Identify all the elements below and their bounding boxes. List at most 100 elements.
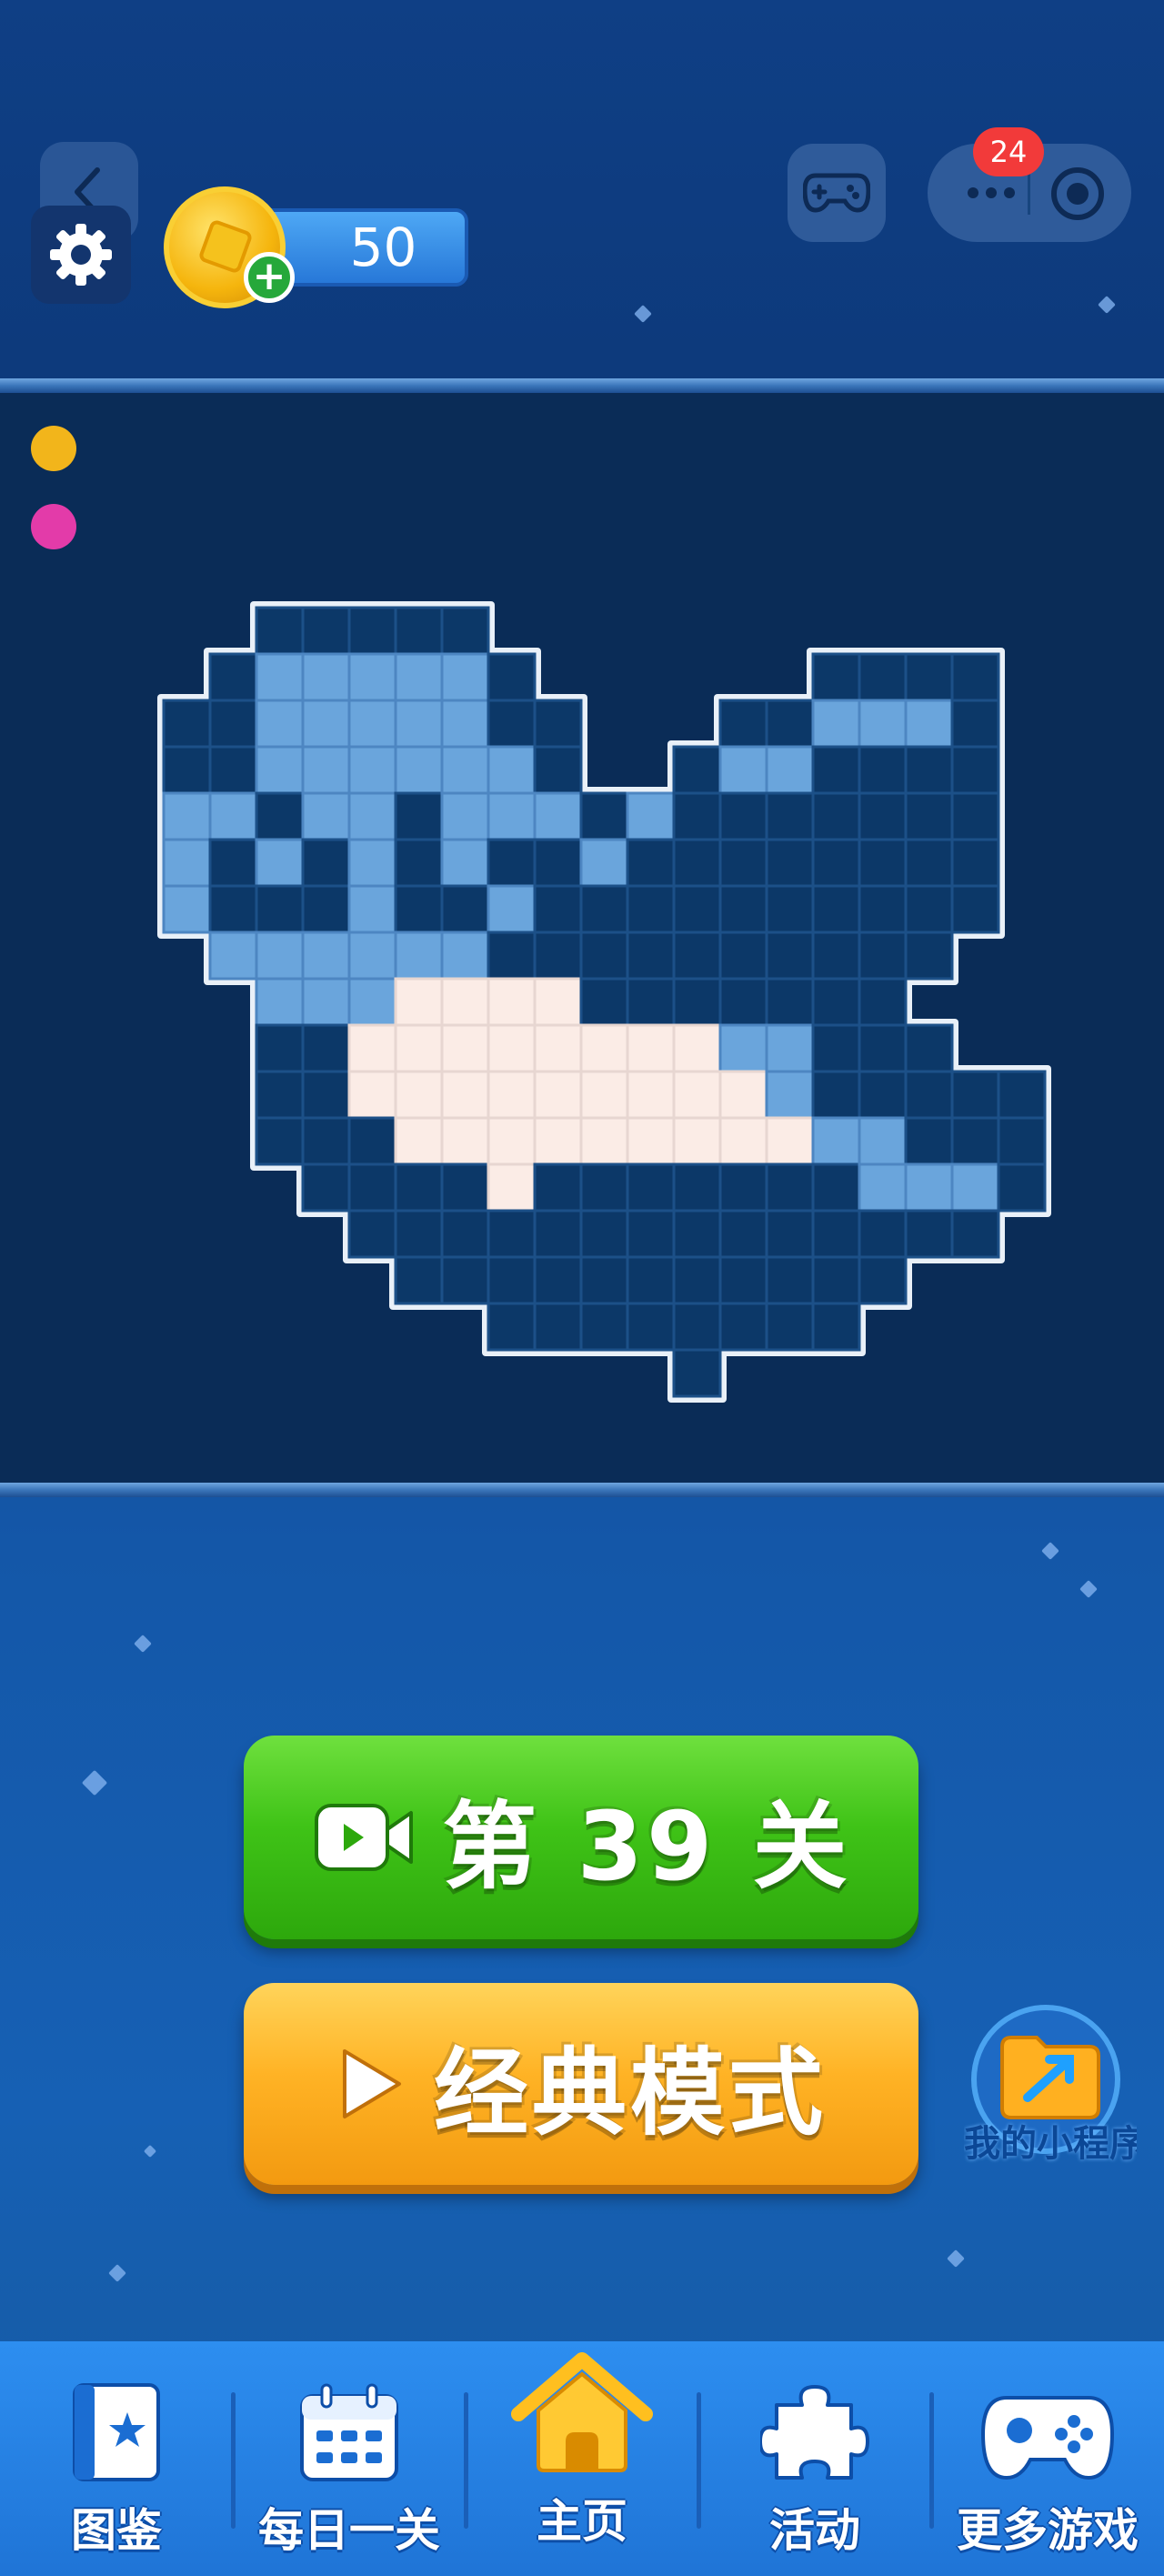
grid-cell-empty[interactable] xyxy=(533,699,583,749)
grid-cell-empty[interactable] xyxy=(301,1162,351,1213)
grid-cell-empty[interactable] xyxy=(765,791,815,841)
grid-cell-empty[interactable] xyxy=(208,652,258,702)
grid-cell-empty[interactable] xyxy=(718,699,768,749)
grid-cell-empty[interactable] xyxy=(394,1162,444,1213)
grid-cell-blue[interactable] xyxy=(950,1162,1000,1213)
grid-cell-white[interactable] xyxy=(394,1023,444,1073)
grid-cell-empty[interactable] xyxy=(579,1162,629,1213)
grid-cell-empty[interactable] xyxy=(672,745,722,795)
grid-cell-empty[interactable] xyxy=(394,1255,444,1305)
grid-cell-empty[interactable] xyxy=(950,699,1000,749)
grid-cell-blue[interactable] xyxy=(394,652,444,702)
grid-cell-empty[interactable] xyxy=(440,1209,490,1259)
grid-cell-empty[interactable] xyxy=(255,1023,305,1073)
grid-cell-empty[interactable] xyxy=(394,838,444,888)
grid-cell-blue[interactable] xyxy=(811,1116,861,1166)
grid-cell-empty[interactable] xyxy=(718,838,768,888)
grid-cell-blue[interactable] xyxy=(394,931,444,981)
grid-cell-empty[interactable] xyxy=(394,884,444,934)
grid-cell-white[interactable] xyxy=(440,1023,490,1073)
grid-cell-white[interactable] xyxy=(579,1070,629,1120)
grid-cell-empty[interactable] xyxy=(765,1162,815,1213)
grid-cell-blue[interactable] xyxy=(301,977,351,1027)
grid-cell-empty[interactable] xyxy=(858,931,908,981)
grid-cell-empty[interactable] xyxy=(811,1255,861,1305)
grid-cell-blue[interactable] xyxy=(487,745,537,795)
grid-cell-blue[interactable] xyxy=(162,838,212,888)
grid-cell-empty[interactable] xyxy=(301,1070,351,1120)
grid-cell-white[interactable] xyxy=(440,977,490,1027)
grid-cell-blue[interactable] xyxy=(347,884,397,934)
grid-cell-white[interactable] xyxy=(579,1023,629,1073)
grid-cell-blue[interactable] xyxy=(440,931,490,981)
grid-cell-empty[interactable] xyxy=(811,931,861,981)
grid-cell-blue[interactable] xyxy=(255,652,305,702)
grid-cell-white[interactable] xyxy=(672,1070,722,1120)
grid-cell-blue[interactable] xyxy=(394,699,444,749)
puzzle-board[interactable] xyxy=(0,393,1164,1484)
grid-cell-empty[interactable] xyxy=(533,884,583,934)
grid-cell-empty[interactable] xyxy=(487,931,537,981)
grid-cell-empty[interactable] xyxy=(997,1162,1047,1213)
grid-cell-blue[interactable] xyxy=(255,977,305,1027)
nav-item-home[interactable]: 主页 xyxy=(466,2341,698,2576)
grid-cell-empty[interactable] xyxy=(672,838,722,888)
grid-cell-blue[interactable] xyxy=(347,791,397,841)
nav-item-more-games[interactable]: 更多游戏 xyxy=(931,2341,1164,2576)
grid-cell-empty[interactable] xyxy=(255,884,305,934)
grid-cell-empty[interactable] xyxy=(811,652,861,702)
grid-cell-empty[interactable] xyxy=(811,1209,861,1259)
grid-cell-empty[interactable] xyxy=(858,977,908,1027)
grid-cell-empty[interactable] xyxy=(672,1255,722,1305)
grid-cell-empty[interactable] xyxy=(255,1070,305,1120)
grid-cell-blue[interactable] xyxy=(255,699,305,749)
grid-cell-empty[interactable] xyxy=(904,1209,954,1259)
grid-cell-empty[interactable] xyxy=(718,931,768,981)
grid-cell-empty[interactable] xyxy=(811,884,861,934)
grid-cell-empty[interactable] xyxy=(718,884,768,934)
grid-cell-blue[interactable] xyxy=(347,745,397,795)
grid-cell-blue[interactable] xyxy=(347,652,397,702)
grid-cell-empty[interactable] xyxy=(626,1162,676,1213)
grid-cell-blue[interactable] xyxy=(301,745,351,795)
grid-cell-empty[interactable] xyxy=(765,699,815,749)
grid-cell-white[interactable] xyxy=(533,977,583,1027)
grid-cell-blue[interactable] xyxy=(347,699,397,749)
grid-cell-white[interactable] xyxy=(672,1116,722,1166)
grid-cell-empty[interactable] xyxy=(904,1116,954,1166)
grid-cell-empty[interactable] xyxy=(255,606,305,656)
grid-cell-blue[interactable] xyxy=(858,699,908,749)
grid-cell-empty[interactable] xyxy=(208,884,258,934)
grid-cell-blue[interactable] xyxy=(440,652,490,702)
grid-cell-empty[interactable] xyxy=(904,838,954,888)
grid-cell-white[interactable] xyxy=(487,1116,537,1166)
grid-cell-empty[interactable] xyxy=(858,1209,908,1259)
grid-cell-empty[interactable] xyxy=(626,977,676,1027)
grid-cell-white[interactable] xyxy=(487,1023,537,1073)
grid-cell-empty[interactable] xyxy=(672,977,722,1027)
grid-cell-empty[interactable] xyxy=(487,699,537,749)
grid-cell-empty[interactable] xyxy=(858,884,908,934)
grid-cell-blue[interactable] xyxy=(811,699,861,749)
coin-counter[interactable]: 50 + xyxy=(164,186,471,308)
grid-cell-empty[interactable] xyxy=(950,652,1000,702)
grid-cell-blue[interactable] xyxy=(440,699,490,749)
grid-cell-empty[interactable] xyxy=(718,1209,768,1259)
grid-cell-empty[interactable] xyxy=(394,791,444,841)
grid-cell-empty[interactable] xyxy=(672,884,722,934)
grid-cell-blue[interactable] xyxy=(301,652,351,702)
grid-cell-empty[interactable] xyxy=(487,1302,537,1352)
grid-cell-empty[interactable] xyxy=(533,1302,583,1352)
grid-cell-empty[interactable] xyxy=(765,931,815,981)
grid-cell-white[interactable] xyxy=(765,1116,815,1166)
grid-cell-empty[interactable] xyxy=(394,606,444,656)
grid-cell-empty[interactable] xyxy=(950,791,1000,841)
grid-cell-empty[interactable] xyxy=(487,652,537,702)
grid-cell-empty[interactable] xyxy=(765,1209,815,1259)
grid-cell-empty[interactable] xyxy=(811,1302,861,1352)
grid-cell-blue[interactable] xyxy=(255,838,305,888)
grid-cell-white[interactable] xyxy=(347,1070,397,1120)
grid-cell-empty[interactable] xyxy=(440,1255,490,1305)
grid-cell-empty[interactable] xyxy=(626,1302,676,1352)
grid-cell-blue[interactable] xyxy=(255,745,305,795)
